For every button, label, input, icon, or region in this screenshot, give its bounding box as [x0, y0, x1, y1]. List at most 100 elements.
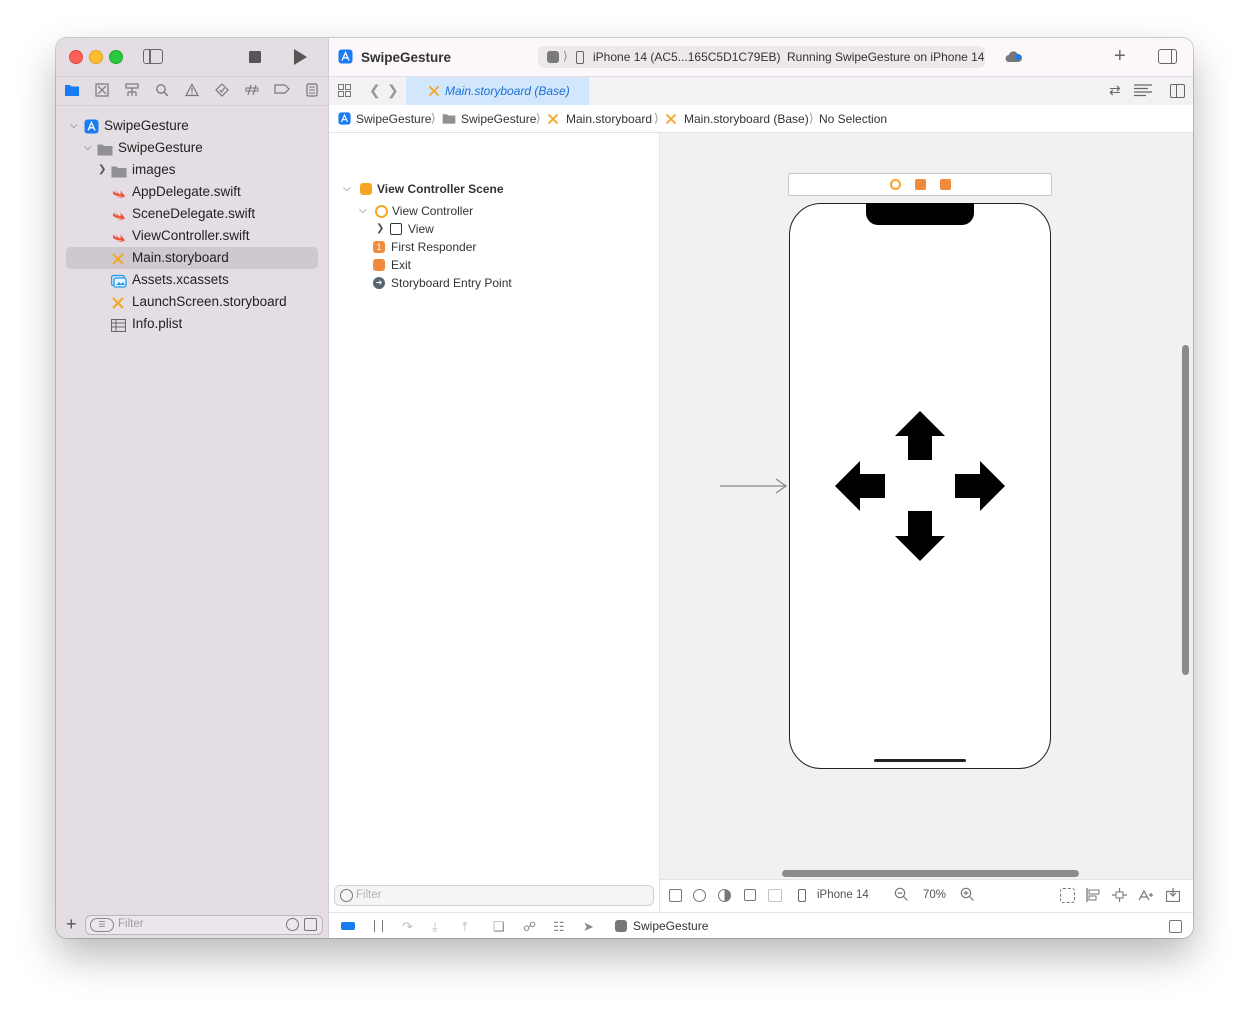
align-icon[interactable]: [1086, 888, 1101, 905]
disclosure-collapsed-icon[interactable]: ❯: [376, 220, 384, 238]
editor-tab-main-storyboard[interactable]: Main.storyboard (Base): [406, 77, 589, 105]
tree-item-label: Info.plist: [132, 316, 183, 331]
outline-filter-field[interactable]: Filter: [334, 885, 654, 906]
toggle-debug-area-icon[interactable]: [341, 922, 355, 930]
embed-in-icon[interactable]: [1165, 888, 1181, 905]
disclosure-expanded-icon[interactable]: ⌵: [70, 115, 78, 137]
scene-dock[interactable]: [788, 173, 1052, 196]
outline-item-label: View: [408, 222, 434, 236]
storyboard-canvas[interactable]: [660, 133, 1193, 914]
first-responder-dock-icon[interactable]: [915, 179, 926, 190]
simulate-location-icon[interactable]: ➤: [583, 919, 594, 935]
vertical-scrollbar[interactable]: [1182, 345, 1189, 675]
project-navigator-icon[interactable]: [64, 83, 80, 99]
tree-item-file[interactable]: SceneDelegate.swift: [66, 203, 318, 225]
forward-chevron-icon[interactable]: ❯: [387, 82, 399, 99]
back-chevron-icon[interactable]: ❮: [369, 82, 381, 99]
close-window-button[interactable]: [69, 50, 83, 64]
breadcrumb-file[interactable]: Main.storyboard: [566, 112, 652, 126]
folder-icon: [97, 141, 113, 156]
storyboard-file-icon: [111, 295, 126, 309]
adjust-editor-options-icon[interactable]: ⇄: [1109, 82, 1121, 99]
debug-view-hierarchy-icon[interactable]: ❏: [493, 919, 505, 935]
find-navigator-icon[interactable]: [154, 83, 170, 99]
appearance-icon[interactable]: [718, 889, 731, 902]
report-navigator-icon[interactable]: [304, 83, 320, 99]
tree-item-project[interactable]: ⌵ SwipeGesture: [66, 115, 318, 137]
debug-memory-graph-icon[interactable]: ☍: [523, 919, 536, 935]
tree-item-group[interactable]: ⌵ SwipeGesture: [66, 137, 318, 159]
tree-item-file[interactable]: LaunchScreen.storyboard: [66, 291, 318, 313]
disclosure-expanded-icon[interactable]: ⌵: [343, 180, 351, 198]
tree-item-file[interactable]: ViewController.swift: [66, 225, 318, 247]
step-into-icon[interactable]: ⤓: [432, 919, 438, 935]
navigator-filter-field[interactable]: ☰ Filter: [85, 915, 323, 935]
accessibility-icon[interactable]: [693, 889, 706, 902]
split-editor-icon[interactable]: [1170, 84, 1185, 98]
outline-item-label: First Responder: [391, 240, 477, 254]
add-constraints-icon[interactable]: [1112, 888, 1127, 905]
zoom-out-icon[interactable]: [894, 887, 909, 905]
editor-lines-icon[interactable]: [1134, 84, 1152, 100]
disclosure-collapsed-icon[interactable]: ❯: [98, 159, 106, 181]
breadcrumb-project[interactable]: SwipeGesture: [356, 112, 431, 126]
iphone-scene-frame[interactable]: [789, 203, 1051, 769]
scheme-target[interactable]: iPhone 14 (AC5...165C5D1C79EB): [593, 50, 780, 64]
symbol-navigator-icon[interactable]: [124, 83, 140, 99]
breadcrumb-group[interactable]: SwipeGesture: [461, 112, 536, 126]
document-outline: ⌵ View Controller Scene ⌵ View Controlle…: [329, 133, 660, 914]
issue-navigator-icon[interactable]: [184, 83, 200, 99]
orientation-icon[interactable]: [744, 889, 756, 901]
tree-item-file[interactable]: Info.plist: [66, 313, 318, 335]
tree-item-file[interactable]: AppDelegate.swift: [66, 181, 318, 203]
storyboard-entry-arrow[interactable]: [718, 476, 790, 496]
test-navigator-icon[interactable]: [214, 83, 230, 99]
add-file-icon[interactable]: +: [66, 914, 77, 935]
pause-icon[interactable]: [374, 920, 383, 932]
breadcrumb-separator-icon: ⟩: [809, 111, 814, 125]
scheme-activity-pill[interactable]: ⟩ iPhone 14 (AC5...165C5D1C79EB) Running…: [538, 46, 985, 68]
step-out-icon[interactable]: ⤒: [462, 919, 468, 935]
tree-item-label: SceneDelegate.swift: [132, 206, 256, 221]
breadcrumb-localization[interactable]: Main.storyboard (Base): [684, 112, 809, 126]
swift-file-icon: [111, 207, 126, 221]
environment-overrides-icon[interactable]: ☷: [553, 919, 565, 935]
horizontal-scrollbar[interactable]: [782, 870, 1079, 877]
filter-options-icon[interactable]: [340, 889, 353, 902]
console-toggle-icon[interactable]: [1169, 920, 1182, 933]
view-controller-dock-icon[interactable]: [890, 179, 901, 190]
source-control-navigator-icon[interactable]: [94, 83, 110, 99]
add-library-icon[interactable]: +: [1114, 45, 1126, 68]
inspector-toggle-icon[interactable]: [1158, 49, 1177, 64]
sidebar-toggle-icon[interactable]: [143, 49, 163, 64]
device-label[interactable]: iPhone 14: [817, 889, 869, 901]
resolve-autolayout-icon[interactable]: [1138, 888, 1154, 905]
tree-item-file-selected[interactable]: Main.storyboard: [66, 247, 318, 269]
related-items-grid-icon[interactable]: [338, 84, 351, 100]
outline-toggle-icon[interactable]: [669, 889, 682, 902]
disclosure-expanded-icon[interactable]: ⌵: [359, 202, 367, 220]
zoom-in-icon[interactable]: [960, 887, 975, 905]
step-over-icon[interactable]: ↷: [402, 919, 413, 935]
update-frames-icon[interactable]: [1060, 888, 1075, 903]
debug-navigator-icon[interactable]: [244, 83, 260, 99]
arrow-down-icon: [895, 511, 945, 561]
recent-files-icon[interactable]: [286, 918, 299, 931]
breadcrumb-selection[interactable]: No Selection: [819, 112, 887, 126]
zoom-level[interactable]: 70%: [923, 889, 946, 901]
stop-button[interactable]: [249, 51, 261, 63]
tree-item-images-folder[interactable]: ❯ images: [66, 159, 318, 181]
navigator-sidebar: ⌵ SwipeGesture ⌵ SwipeGesture ❯ images A…: [56, 38, 329, 938]
minimize-window-button[interactable]: [89, 50, 103, 64]
filter-options-icon[interactable]: ☰: [90, 918, 114, 932]
source-control-filter-icon[interactable]: [304, 918, 317, 931]
device-frame-icon[interactable]: [768, 889, 782, 902]
run-button[interactable]: [294, 49, 307, 65]
zoom-window-button[interactable]: [109, 50, 123, 64]
breadcrumb-separator-icon: ⟩: [654, 111, 659, 125]
breakpoint-navigator-icon[interactable]: [274, 83, 290, 99]
exit-dock-icon[interactable]: [940, 179, 951, 190]
disclosure-expanded-icon[interactable]: ⌵: [84, 137, 92, 159]
cloud-status-icon[interactable]: [1005, 51, 1023, 66]
tree-item-file[interactable]: Assets.xcassets: [66, 269, 318, 291]
